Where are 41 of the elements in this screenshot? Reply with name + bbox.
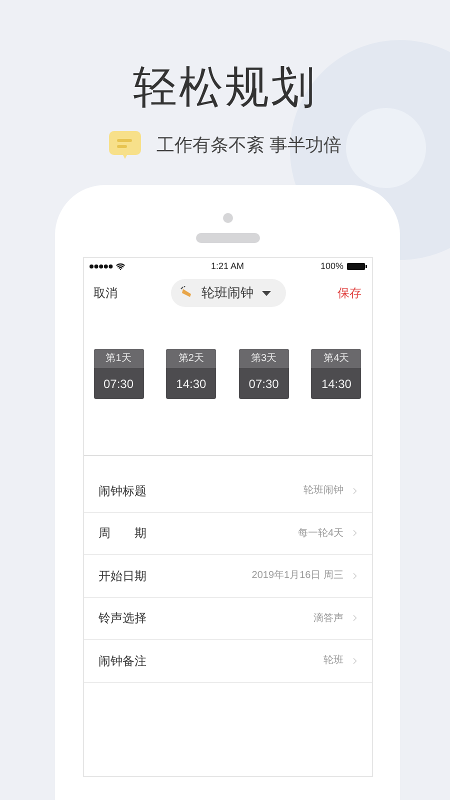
status-time: 1:21 AM [210,260,244,273]
shift-time: 07:30 [248,376,279,392]
shift-time: 07:30 [103,376,134,392]
row-value: 2019年1月16日 周三 [252,569,344,584]
shift-time: 14:30 [176,376,206,392]
day-label: 第1天 [106,354,132,364]
alarm-type-dropdown[interactable]: 轮班闹钟 [170,279,286,307]
row-value: 轮班闹钟 [304,484,344,498]
row-label: 闹钟备注 [98,652,146,670]
settings-row[interactable]: 开始日期 2019年1月16日 周三 [84,555,372,598]
settings-row[interactable]: 铃声选择 滴答声 [84,598,372,640]
subtitle: 工作有条不紊 事半功倍 [156,134,342,156]
shift-day-card[interactable]: 第1天 07:30 [94,349,144,399]
row-value: 每一轮4天 [298,526,344,541]
shift-time: 14:30 [321,376,352,392]
shift-day-card[interactable]: 第2天 14:30 [166,349,216,399]
save-button[interactable]: 保存 [338,284,362,302]
shift-day-card[interactable]: 第3天 07:30 [238,349,289,399]
wifi-icon [116,262,124,271]
row-label: 铃声选择 [98,610,146,628]
battery-icon [346,263,366,270]
settings-row[interactable]: 周 期 每一轮4天 [84,512,372,555]
speaker-icon [196,233,260,243]
row-label: 周 期 [98,525,146,542]
shift-day-card[interactable]: 第4天 14:30 [311,349,362,399]
caret-icon [262,290,270,296]
row-label: 开始日期 [98,568,146,585]
settings-row[interactable]: 闹钟标题 轮班闹钟 [84,470,372,512]
day-label: 第2天 [178,354,204,364]
row-value: 滴答声 [314,612,344,626]
message-icon [108,130,142,160]
headline: 轻松规划 [133,66,317,110]
row-label: 闹钟标题 [98,482,146,500]
cancel-button[interactable]: 取消 [94,284,118,302]
settings-row[interactable]: 闹钟备注 轮班 [84,640,372,682]
camera-icon [222,213,232,223]
row-value: 轮班 [324,654,344,668]
signal-icon [88,264,112,269]
day-label: 第3天 [251,354,277,364]
day-label: 第4天 [324,354,350,364]
battery-percent: 100% [320,260,344,273]
